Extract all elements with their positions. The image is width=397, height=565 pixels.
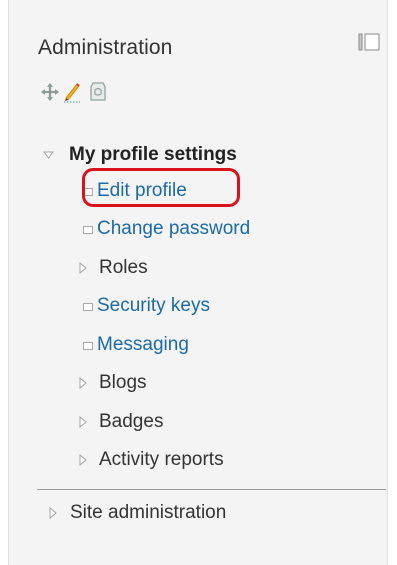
nav-item-label: Change password [97,218,251,239]
nav-item-label: Roles [99,257,148,278]
collapsed-triangle-icon [49,507,57,519]
edit-icon[interactable] [62,81,82,103]
collapsed-triangle-icon [79,262,87,274]
nav-item-label: Activity reports [99,449,224,470]
nav-item-activity-reports[interactable]: Activity reports [79,447,279,473]
site-admin-label: Site administration [70,502,227,523]
nav-item-label: Messaging [97,334,189,355]
my-profile-settings-node[interactable]: My profile settings [43,142,363,168]
nav-item-messaging[interactable]: Messaging [83,332,243,358]
nav-item-label: Blogs [99,372,147,393]
leaf-square-icon [83,226,93,234]
dock-panel-icon[interactable] [358,33,382,51]
collapsed-triangle-icon [79,416,87,428]
collapsed-triangle-icon [79,454,87,466]
nav-item-badges[interactable]: Badges [79,409,199,435]
move-icon[interactable] [40,81,60,103]
page: Administration My profile settings Edit … [0,0,397,565]
configure-icon[interactable] [88,81,108,103]
leaf-square-icon [83,303,93,311]
expanded-triangle-icon [43,151,54,159]
leaf-square-icon [83,188,93,196]
section-title: My profile settings [69,144,237,165]
block-title: Administration [38,36,173,59]
nav-item-blogs[interactable]: Blogs [79,370,199,396]
nav-item-change-password[interactable]: Change password [83,216,303,242]
nav-item-roles[interactable]: Roles [79,255,199,281]
nav-item-edit-profile[interactable]: Edit profile [83,178,223,204]
nav-item-label: Badges [99,411,164,432]
collapsed-triangle-icon [79,377,87,389]
nav-item-site-administration[interactable]: Site administration [49,500,289,526]
divider [37,489,386,490]
nav-item-label: Security keys [97,295,210,316]
nav-item-security-keys[interactable]: Security keys [83,293,263,319]
leaf-square-icon [83,342,93,350]
nav-item-label: Edit profile [97,180,187,201]
administration-block: Administration My profile settings Edit … [8,0,388,565]
